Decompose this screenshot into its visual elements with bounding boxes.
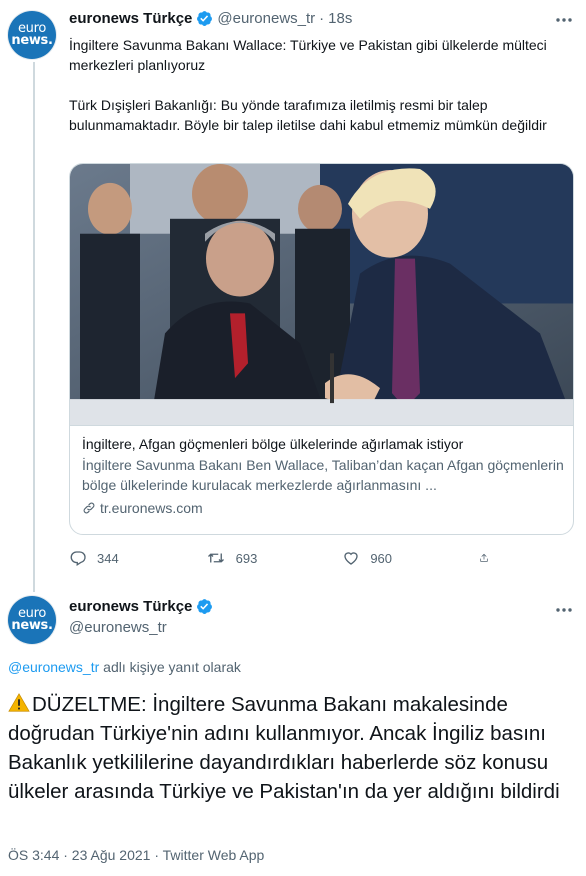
avatar-text-line2: news. bbox=[11, 618, 53, 633]
tweet-body: DÜZELTME: İngiltere Savunma Bakanı makal… bbox=[8, 693, 560, 803]
tweet-header: euronews Türkçe @euronews_tr bbox=[69, 598, 217, 636]
retweet-icon bbox=[207, 553, 224, 563]
heart-icon bbox=[344, 552, 358, 565]
like-count: 960 bbox=[370, 550, 393, 566]
card-title[interactable]: İngiltere, Afgan göçmenleri bölge ülkele… bbox=[82, 434, 567, 454]
share-icon bbox=[480, 553, 488, 562]
reply-count: 344 bbox=[97, 550, 119, 566]
author-handle[interactable]: @euronews_tr bbox=[69, 619, 217, 636]
tweet-paragraph: Türk Dışişleri Bakanlığı: Bu yönde taraf… bbox=[69, 97, 547, 133]
like-button[interactable]: 960 bbox=[342, 549, 452, 567]
reply-icon bbox=[70, 551, 86, 566]
article-photo bbox=[70, 164, 573, 426]
tweet-text: İngiltere Savunma Bakanı Wallace: Türkiy… bbox=[69, 35, 569, 155]
tweet-paragraph: İngiltere Savunma Bakanı Wallace: Türkiy… bbox=[69, 37, 547, 73]
card-body: İngiltere, Afgan göçmenleri bölge ülkele… bbox=[82, 434, 567, 518]
card-link[interactable]: tr.euronews.com bbox=[82, 498, 567, 518]
verified-badge-icon bbox=[197, 11, 213, 26]
tweet-time[interactable]: 18s bbox=[328, 10, 352, 27]
replying-to: @euronews_tr adlı kişiye yanıt olarak bbox=[8, 659, 241, 675]
tweet-header: euronews Türkçe @euronews_tr · 18s bbox=[69, 10, 352, 27]
share-button[interactable] bbox=[479, 549, 499, 567]
link-preview-card[interactable]: İngiltere, Afgan göçmenleri bölge ülkele… bbox=[69, 163, 574, 535]
verified-badge-icon bbox=[197, 599, 213, 614]
card-description: İngiltere Savunma Bakanı Ben Wallace, Ta… bbox=[82, 457, 564, 493]
avatar[interactable]: euro news. bbox=[8, 596, 56, 644]
author-handle[interactable]: @euronews_tr bbox=[217, 10, 315, 27]
retweet-button[interactable]: 693 bbox=[206, 549, 316, 567]
author-name[interactable]: euronews Türkçe bbox=[69, 10, 192, 27]
more-options-icon[interactable] bbox=[552, 10, 576, 30]
link-icon bbox=[83, 502, 95, 514]
avatar-text-line2: news. bbox=[11, 33, 53, 48]
tweet-text: DÜZELTME: İngiltere Savunma Bakanı makal… bbox=[8, 690, 578, 806]
more-options-icon[interactable] bbox=[552, 600, 576, 620]
avatar[interactable]: euro news. bbox=[8, 11, 56, 59]
reply-button[interactable]: 344 bbox=[69, 549, 179, 567]
tweet-actions: 344 693 960 bbox=[69, 549, 499, 567]
header-separator: · bbox=[319, 10, 325, 27]
tweet-timestamp-meta[interactable]: ÖS 3:44 · 23 Ağu 2021 · Twitter Web App bbox=[8, 847, 264, 863]
card-link-text[interactable]: tr.euronews.com bbox=[100, 498, 203, 518]
author-name[interactable]: euronews Türkçe bbox=[69, 598, 192, 615]
reply-to-handle-link[interactable]: @euronews_tr bbox=[8, 659, 99, 675]
retweet-count: 693 bbox=[235, 550, 258, 566]
warning-icon bbox=[8, 693, 30, 712]
thread-connector-line bbox=[33, 62, 35, 592]
reply-to-text: adlı kişiye yanıt olarak bbox=[99, 659, 241, 675]
